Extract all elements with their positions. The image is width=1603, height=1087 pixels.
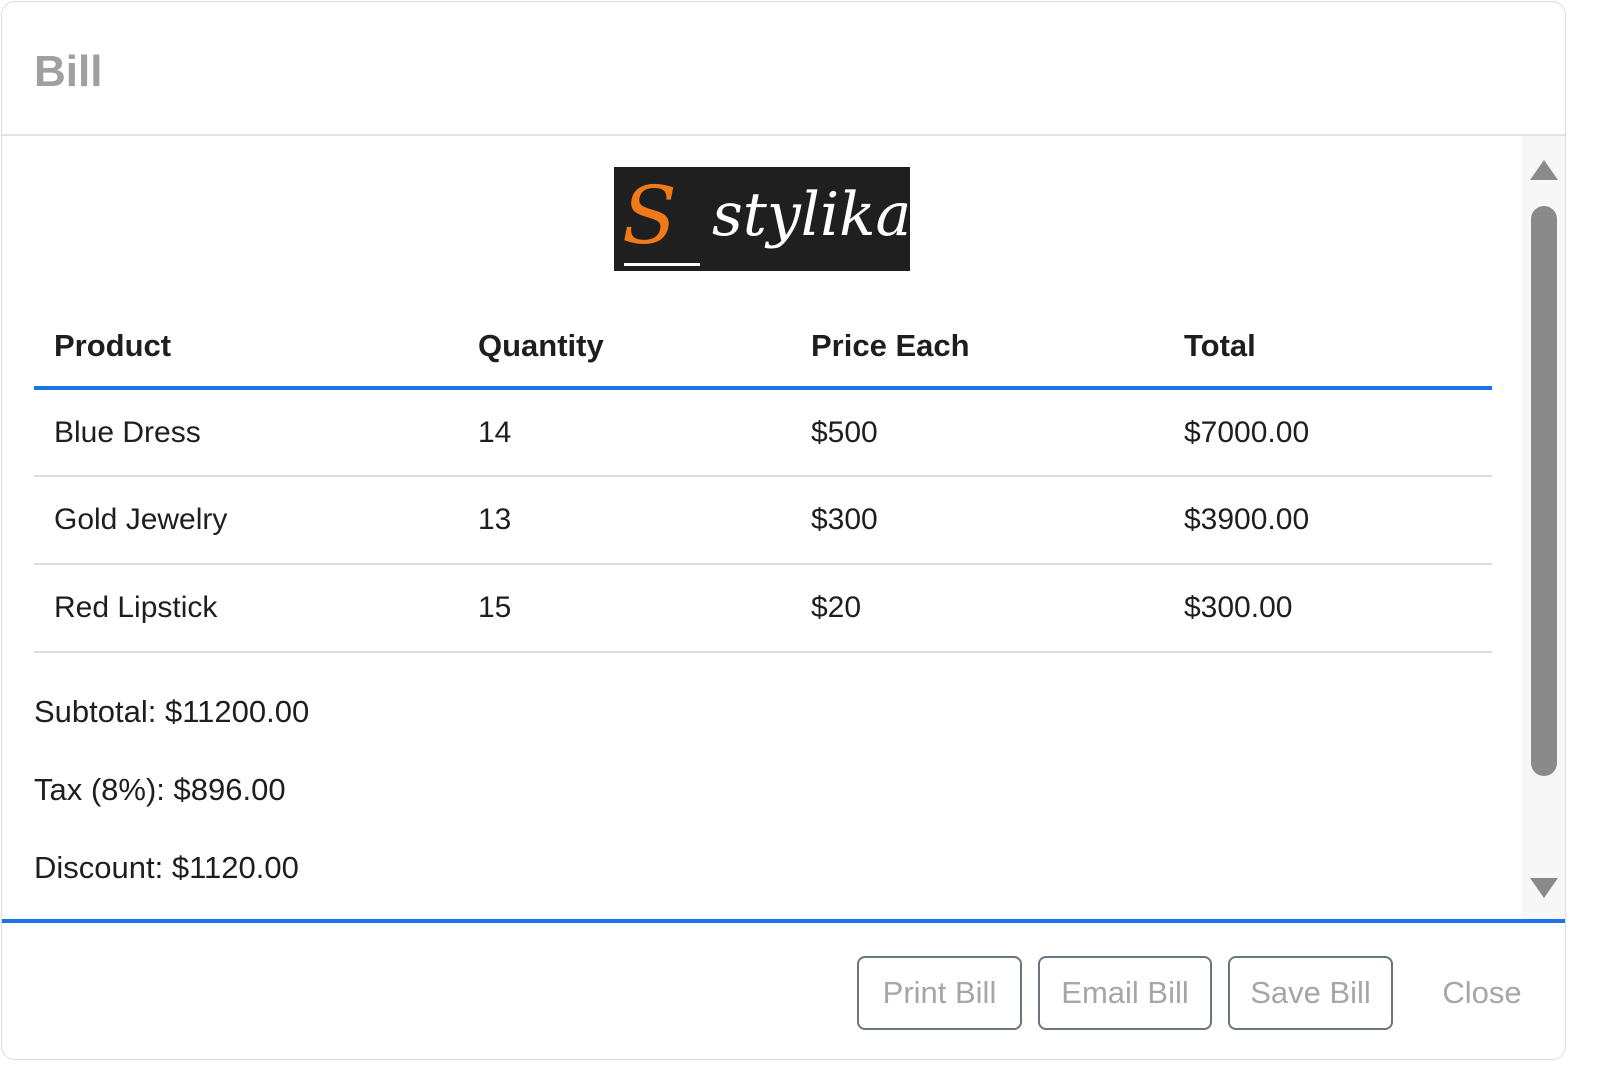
header-total: Total [1164,306,1492,390]
scroll-up-arrow-icon[interactable] [1530,160,1558,180]
cell-price-each: $500 [791,388,1164,477]
cell-quantity: 15 [458,564,791,653]
email-bill-button[interactable]: Email Bill [1038,956,1212,1030]
header-product: Product [34,306,458,390]
stylika-logo: S stylika [614,167,912,271]
bill-modal: Bill S stylika Product Quantity Price Ea… [1,1,1566,1060]
subtotal-text: Subtotal: $11200.00 [34,694,310,729]
tax-text: Tax (8%): $896.00 [34,772,286,807]
cell-product: Gold Jewelry [34,476,458,565]
close-button[interactable]: Close [1412,956,1552,1030]
scrollbar-thumb[interactable] [1531,206,1557,776]
cell-product: Blue Dress [34,388,458,477]
table-row: Red Lipstick 15 $20 $300.00 [34,564,1492,653]
cell-total: $300.00 [1164,564,1492,653]
logo-text: stylika [712,180,912,250]
table-row: Gold Jewelry 13 $300 $3900.00 [34,476,1492,565]
header-quantity: Quantity [458,306,791,390]
print-bill-button[interactable]: Print Bill [857,956,1022,1030]
logo-underline [624,263,700,266]
cell-quantity: 13 [458,476,791,565]
modal-header: Bill [2,2,1565,136]
cell-total: $7000.00 [1164,388,1492,477]
modal-body: S stylika Product Quantity Price Each To… [2,136,1522,920]
table-header-row: Product Quantity Price Each Total [34,306,1492,390]
cell-product: Red Lipstick [34,564,458,653]
cell-total: $3900.00 [1164,476,1492,565]
bill-table: Product Quantity Price Each Total Blue D… [34,306,1492,653]
logo-mark: S [622,169,677,262]
header-price-each: Price Each [791,306,1164,390]
cell-price-each: $20 [791,564,1164,653]
modal-footer: Print Bill Email Bill Save Bill Close [2,923,1565,1059]
modal-title: Bill [34,47,103,96]
cell-price-each: $300 [791,476,1164,565]
scroll-down-arrow-icon[interactable] [1530,878,1558,898]
table-row: Blue Dress 14 $500 $7000.00 [34,388,1492,477]
save-bill-button[interactable]: Save Bill [1228,956,1393,1030]
vertical-scrollbar[interactable] [1522,136,1565,920]
cell-quantity: 14 [458,388,791,477]
discount-text: Discount: $1120.00 [34,850,299,885]
